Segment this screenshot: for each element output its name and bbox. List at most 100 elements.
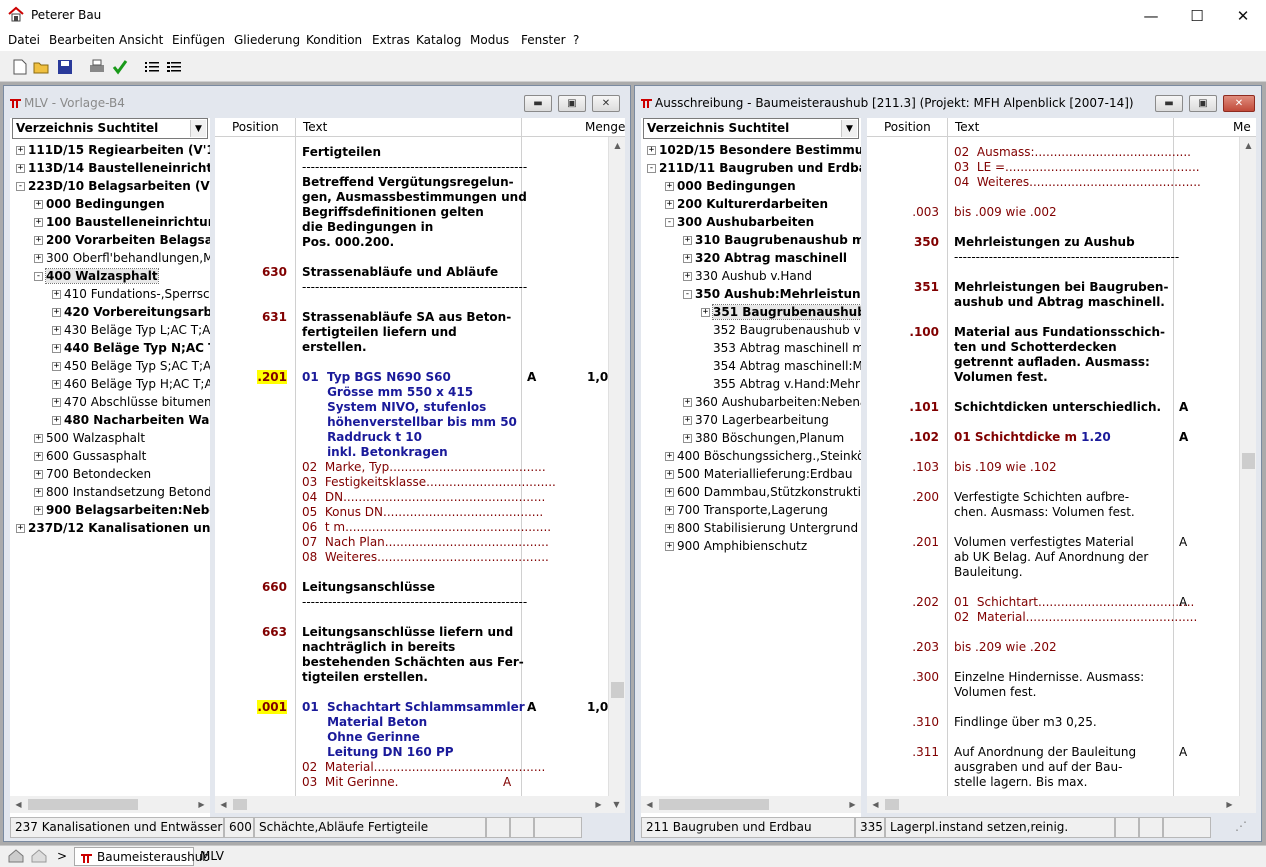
taskbar-arrow[interactable]: >	[57, 849, 67, 863]
arrow-down-icon[interactable]: ▼	[608, 796, 625, 813]
position-number[interactable]: 630	[262, 265, 287, 279]
tree-node[interactable]: +000 Bedingungen	[665, 177, 796, 195]
position-number[interactable]: .001	[257, 700, 287, 714]
taskbar-tab-baumeisteraushub[interactable]: Baumeisteraushub	[74, 847, 210, 866]
expand-icon[interactable]: +	[34, 200, 43, 209]
expand-icon[interactable]: +	[52, 308, 61, 317]
expand-icon[interactable]: +	[52, 290, 61, 299]
scroll-thumb[interactable]	[28, 799, 138, 810]
expand-icon[interactable]: +	[34, 452, 43, 461]
expand-icon[interactable]: +	[683, 236, 692, 245]
position-number[interactable]: 631	[262, 310, 287, 324]
position-number[interactable]: 350	[914, 235, 939, 249]
network-icon[interactable]	[31, 849, 47, 866]
ausschreibung-maximize-button[interactable]: ▣	[1189, 95, 1217, 112]
tree-node[interactable]: +300 Oberfl'behandlungen,Me	[34, 249, 210, 267]
ausschreibung-minimize-button[interactable]: ▬	[1155, 95, 1183, 112]
expand-icon[interactable]: +	[52, 380, 61, 389]
menu-bearbeiten[interactable]: Bearbeiten	[49, 33, 115, 47]
save-icon[interactable]	[55, 57, 75, 77]
print-icon[interactable]	[87, 57, 107, 77]
tree-node[interactable]: +500 Materiallieferung:Erdbau	[665, 465, 852, 483]
arrow-right-icon[interactable]: ▶	[193, 796, 210, 813]
expand-icon[interactable]: +	[701, 308, 710, 317]
position-number[interactable]: .100	[909, 325, 939, 339]
mlv-combo[interactable]: Verzeichnis Suchtitel ▼	[12, 118, 208, 139]
taskbar-tab-mlv[interactable]: MLV	[200, 849, 224, 863]
expand-icon[interactable]: +	[34, 488, 43, 497]
home-icon[interactable]	[8, 849, 24, 866]
tree-node[interactable]: +100 Baustelleneinrichtung	[34, 213, 210, 231]
expand-icon[interactable]: +	[52, 416, 61, 425]
position-number[interactable]: .102	[909, 430, 939, 444]
scroll-thumb[interactable]	[233, 799, 247, 810]
arrow-left-icon[interactable]: ◀	[641, 796, 658, 813]
tree-node[interactable]: +470 Abschlüsse bitumenha	[52, 393, 210, 411]
collapse-icon[interactable]: -	[16, 182, 25, 191]
tree-node[interactable]: +700 Transporte,Lagerung	[665, 501, 828, 519]
arrow-up-icon[interactable]: ▲	[1240, 137, 1256, 154]
collapse-icon[interactable]: -	[665, 218, 674, 227]
mlv-close-button[interactable]: ✕	[592, 95, 620, 112]
expand-icon[interactable]: +	[683, 434, 692, 443]
tree-node[interactable]: +900 Belagsarbeiten:Nebenarb	[34, 501, 210, 519]
tree-node[interactable]: -211D/11 Baugruben und Erdbau (V	[647, 159, 861, 177]
expand-icon[interactable]: +	[665, 488, 674, 497]
close-button[interactable]: ✕	[1220, 0, 1266, 31]
tree-node[interactable]: +380 Böschungen,Planum	[683, 429, 844, 447]
menu-modus[interactable]: Modus	[470, 33, 509, 47]
tree-node[interactable]: +800 Stabilisierung Untergrund	[665, 519, 858, 537]
collapse-icon[interactable]: -	[34, 272, 43, 281]
expand-icon[interactable]: +	[665, 182, 674, 191]
minimize-button[interactable]: —	[1128, 0, 1174, 31]
expand-icon[interactable]: +	[16, 524, 25, 533]
tree-node[interactable]: +320 Abtrag maschinell	[683, 249, 847, 267]
expand-icon[interactable]: +	[647, 146, 656, 155]
tree-node[interactable]: +370 Lagerbearbeitung	[683, 411, 829, 429]
menu-kondition[interactable]: Kondition	[306, 33, 362, 47]
tree-node[interactable]: -400 Walzasphalt	[34, 267, 159, 285]
arrow-right-icon[interactable]: ▶	[590, 796, 607, 813]
mlv-minimize-button[interactable]: ▬	[524, 95, 552, 112]
menu-ansicht[interactable]: Ansicht	[119, 33, 163, 47]
position-number[interactable]: .200	[912, 490, 939, 504]
arrow-right-icon[interactable]: ▶	[844, 796, 861, 813]
mlv-window-titlebar[interactable]: MLV - Vorlage-B4 ▬ ▣ ✕	[4, 86, 630, 118]
menu-gliederung[interactable]: Gliederung	[234, 33, 300, 47]
arrow-left-icon[interactable]: ◀	[867, 796, 884, 813]
position-number[interactable]: 663	[262, 625, 287, 639]
position-number[interactable]: .202	[912, 595, 939, 609]
expand-icon[interactable]: +	[683, 416, 692, 425]
tree-node[interactable]: +310 Baugrubenaushub maschin	[683, 231, 861, 249]
mlv-text-vscroll[interactable]: ▲	[608, 137, 625, 813]
tree-node[interactable]: +351 Baugrubenaushub ma	[701, 303, 861, 321]
ausschreibung-tree-hscroll[interactable]: ◀ ▶	[641, 796, 861, 813]
tree-node[interactable]: +237D/12 Kanalisationen und Entw	[16, 519, 210, 537]
tree-node[interactable]: 354 Abtrag maschinell:Mehr	[701, 357, 861, 375]
tree-node[interactable]: +480 Nacharbeiten Walzasph	[52, 411, 210, 429]
position-number[interactable]: .300	[912, 670, 939, 684]
position-number[interactable]: .003	[912, 205, 939, 219]
expand-icon[interactable]: +	[34, 434, 43, 443]
tree-node[interactable]: +360 Aushubarbeiten:Nebenarb	[683, 393, 861, 411]
position-number[interactable]: .103	[912, 460, 939, 474]
tree-node[interactable]: -300 Aushubarbeiten	[665, 213, 814, 231]
arrow-left-icon[interactable]: ◀	[215, 796, 232, 813]
tree-node[interactable]: +600 Gussasphalt	[34, 447, 146, 465]
mlv-maximize-button[interactable]: ▣	[558, 95, 586, 112]
list-icon[interactable]	[142, 57, 162, 77]
tree-node[interactable]: +500 Walzasphalt	[34, 429, 145, 447]
collapse-icon[interactable]: -	[683, 290, 692, 299]
tree-node[interactable]: +700 Betondecken	[34, 465, 151, 483]
menu-help[interactable]: ?	[573, 33, 579, 47]
expand-icon[interactable]: +	[52, 362, 61, 371]
position-number[interactable]: .201	[257, 370, 287, 384]
position-number[interactable]: .311	[912, 745, 939, 759]
tree-node[interactable]: +800 Instandsetzung Betondec	[34, 483, 210, 501]
tree-node[interactable]: 355 Abtrag v.Hand:Mehrlei	[701, 375, 861, 393]
scroll-thumb[interactable]	[885, 799, 899, 810]
tree-node[interactable]: +450 Beläge Typ S;AC T;AC	[52, 357, 210, 375]
numbered-list-icon[interactable]	[164, 57, 184, 77]
menu-einfuegen[interactable]: Einfügen	[172, 33, 225, 47]
expand-icon[interactable]: +	[665, 506, 674, 515]
